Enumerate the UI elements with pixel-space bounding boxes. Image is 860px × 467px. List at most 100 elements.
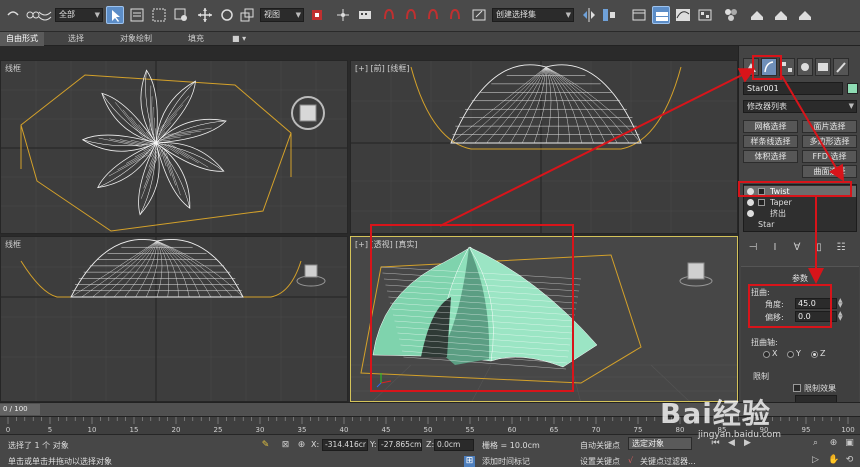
play-icon[interactable]: ▶: [742, 438, 753, 449]
zoom-icon[interactable]: ⌕: [810, 438, 821, 449]
field-of-view-icon[interactable]: ▷: [810, 455, 821, 466]
rollout-title[interactable]: 参数: [741, 273, 859, 284]
ruler-label: 100: [841, 426, 854, 434]
limit-effect-checkbox[interactable]: [793, 384, 801, 392]
track-bar[interactable]: 0 5 10 15 20 25 30 35 40 45 50 55 60 65 70 75 80 85 90 95 10…: [0, 416, 860, 434]
ruler-label: 90: [760, 426, 769, 434]
time-tag-icon[interactable]: ⊞: [464, 456, 475, 467]
poly-select-button[interactable]: 多边形选择: [802, 135, 857, 148]
utilities-tab-icon[interactable]: [833, 58, 849, 76]
tab-freeform[interactable]: 自由形式: [0, 32, 44, 46]
motion-tab-icon[interactable]: [797, 58, 813, 76]
percent-snap-icon[interactable]: [424, 6, 442, 24]
viewport-front[interactable]: [+] [前] [线框]: [350, 60, 738, 234]
named-selection-dropdown[interactable]: 创建选择集 ▼: [492, 8, 574, 22]
eye-icon[interactable]: [747, 210, 754, 217]
object-color-swatch[interactable]: [847, 83, 858, 94]
remove-modifier-icon[interactable]: ▯: [813, 242, 825, 254]
tab-selection[interactable]: 选择: [62, 32, 90, 46]
surface-select-button[interactable]: 曲面选择: [802, 165, 857, 178]
zoom-extents-icon[interactable]: ▣: [844, 438, 855, 449]
zoom-all-icon[interactable]: ⊕: [828, 438, 839, 449]
viewport-label[interactable]: [+] [前] [线框]: [355, 63, 410, 74]
material-editor-icon[interactable]: [722, 6, 740, 24]
tab-populate[interactable]: 填充: [182, 32, 210, 46]
x-coord-field[interactable]: -314.416cr: [322, 439, 368, 451]
tab-object-paint[interactable]: 对象绘制: [114, 32, 158, 46]
ribbon-options-icon[interactable]: ■ ▾: [226, 32, 252, 46]
viewport-left[interactable]: 线框: [0, 236, 348, 402]
curve-editor-icon[interactable]: [674, 6, 692, 24]
ffd-select-button[interactable]: FFD 选择: [802, 150, 857, 163]
display-tab-icon[interactable]: [815, 58, 831, 76]
volume-select-button[interactable]: 体积选择: [743, 150, 798, 163]
object-name-field[interactable]: Star001: [743, 82, 843, 95]
key-filters-button[interactable]: 关键点过滤器...: [640, 456, 696, 467]
viewport-label[interactable]: 线框: [5, 239, 21, 250]
mesh-select-button[interactable]: 网格选择: [743, 120, 798, 133]
bind-spacewarp-icon[interactable]: [36, 6, 54, 24]
stack-item-taper[interactable]: Taper: [744, 197, 856, 208]
angle-spinner[interactable]: ▲ ▼: [838, 298, 845, 309]
edit-named-selection-icon[interactable]: [470, 6, 488, 24]
undo-icon[interactable]: [4, 6, 22, 24]
set-key-button[interactable]: 设置关键点: [580, 456, 620, 467]
spinner-snap-icon[interactable]: [446, 6, 464, 24]
eye-icon[interactable]: [747, 199, 754, 206]
spline-select-button[interactable]: 样条线选择: [743, 135, 798, 148]
pin-stack-icon[interactable]: ⊣: [747, 242, 759, 254]
mirror-icon[interactable]: [580, 6, 598, 24]
select-object-icon[interactable]: [106, 6, 124, 24]
key-mode-dropdown[interactable]: 选定对象: [628, 437, 692, 450]
y-coord-field[interactable]: -27.865cm: [378, 439, 422, 451]
select-manipulate-icon[interactable]: [334, 6, 352, 24]
select-by-name-icon[interactable]: [128, 6, 146, 24]
stack-item-extrude[interactable]: 挤出: [744, 208, 856, 219]
pan-icon[interactable]: ✋: [828, 455, 839, 466]
viewport-label[interactable]: 线框: [5, 63, 21, 74]
expand-icon[interactable]: [758, 199, 765, 206]
layer-explorer-icon[interactable]: [652, 6, 670, 24]
schematic-view-icon[interactable]: [696, 6, 714, 24]
pivot-center-icon[interactable]: [308, 6, 326, 24]
viewcube: [296, 264, 326, 287]
bias-spinner[interactable]: ▲ ▼: [838, 311, 845, 322]
keyboard-shortcut-icon[interactable]: [356, 6, 374, 24]
reference-coordinate-dropdown[interactable]: 视图 ▼: [260, 8, 304, 22]
show-end-result-icon[interactable]: Ⅰ: [769, 242, 781, 254]
axis-y-radio[interactable]: [787, 351, 794, 358]
axis-z-radio[interactable]: [811, 351, 818, 358]
align-icon[interactable]: [600, 6, 618, 24]
snap-2d-icon[interactable]: [380, 6, 398, 24]
window-crossing-icon[interactable]: [172, 6, 190, 24]
add-time-tag-button[interactable]: 添加时间标记: [482, 456, 530, 467]
scale-icon[interactable]: [238, 6, 256, 24]
lock-selection-icon[interactable]: ✎: [260, 440, 271, 451]
patch-select-button[interactable]: 面片选择: [802, 120, 857, 133]
rect-selection-region-icon[interactable]: [150, 6, 168, 24]
modifier-list-dropdown[interactable]: 修改器列表 ▼: [743, 100, 857, 113]
viewport-top[interactable]: 线框: [0, 60, 348, 234]
axis-x-radio[interactable]: [763, 351, 770, 358]
time-slider[interactable]: 0 / 100: [0, 402, 860, 416]
angle-snap-icon[interactable]: [402, 6, 420, 24]
render-setup-icon[interactable]: [748, 6, 766, 24]
stack-item-star[interactable]: Star: [744, 219, 856, 230]
prev-frame-icon[interactable]: ◀: [726, 438, 737, 449]
orbit-icon[interactable]: ⟲: [844, 455, 855, 466]
make-unique-icon[interactable]: ∀: [791, 242, 803, 254]
rendered-frame-window-icon[interactable]: [772, 6, 790, 24]
z-coord-field[interactable]: 0.0cm: [434, 439, 474, 451]
scene-explorer-icon[interactable]: [630, 6, 648, 24]
rotate-icon[interactable]: [218, 6, 236, 24]
time-slider-thumb[interactable]: 0 / 100: [0, 404, 40, 415]
render-production-icon[interactable]: [796, 6, 814, 24]
isolate-selection-icon[interactable]: ⊠: [280, 440, 291, 451]
key-filter-icon[interactable]: √: [628, 456, 633, 465]
move-icon[interactable]: [196, 6, 214, 24]
selection-filter-dropdown[interactable]: 全部 ▼: [55, 8, 103, 22]
go-to-start-icon[interactable]: ⏮: [710, 438, 721, 449]
absolute-mode-icon[interactable]: ⊕: [296, 440, 307, 451]
configure-sets-icon[interactable]: ☷: [835, 242, 847, 254]
auto-key-button[interactable]: 自动关键点: [580, 440, 620, 451]
